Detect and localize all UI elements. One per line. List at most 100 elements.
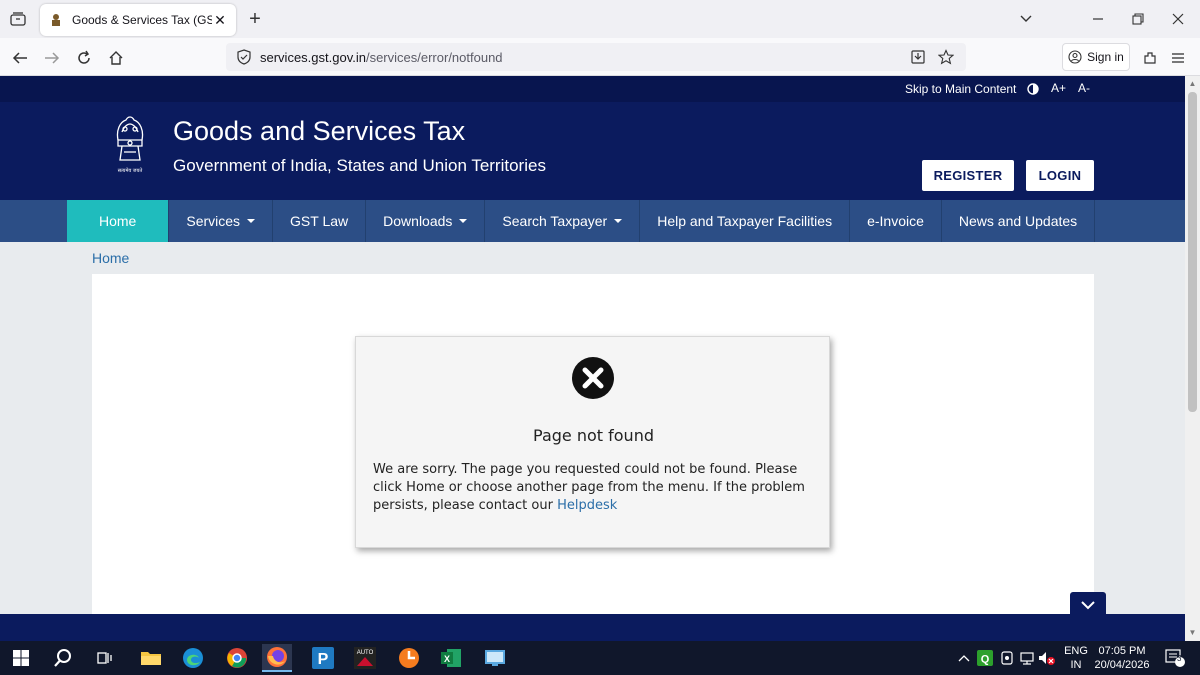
url-text: services.gst.gov.in/services/error/notfo… xyxy=(260,50,900,65)
active-tab[interactable]: Goods & Services Tax (GST) | Not ✕ xyxy=(40,4,236,36)
site-subtitle: Government of India, States and Union Te… xyxy=(173,156,546,175)
contrast-icon[interactable] xyxy=(1027,83,1039,95)
error-card: Page not found We are sorry. The page yo… xyxy=(355,336,830,548)
gst-favicon-icon xyxy=(48,12,64,28)
svg-text:Q: Q xyxy=(981,654,990,666)
nav-label: Services xyxy=(186,213,241,229)
windows-taskbar: P AUTO X Q ENG IN 07:05 PM 20/04/2026 3 xyxy=(0,641,1200,675)
tab-overflow-chevron-icon[interactable] xyxy=(1014,8,1038,30)
new-tab-icon[interactable]: + xyxy=(244,9,266,31)
clock-time: 07:05 PM xyxy=(1098,645,1146,657)
autocad-label: AUTO xyxy=(357,650,374,656)
nav-item-services[interactable]: Services xyxy=(169,200,274,242)
network-icon[interactable] xyxy=(1018,644,1036,672)
nav-item-home[interactable]: Home xyxy=(67,200,170,242)
restore-icon[interactable] xyxy=(1126,8,1150,30)
utility-bar: Skip to Main Content A+ A- xyxy=(0,76,1185,102)
web-page: Skip to Main Content A+ A- सत्यमेव जयते … xyxy=(0,76,1185,641)
nav-label: e-Invoice xyxy=(867,213,924,229)
url-path: /services/error/notfound xyxy=(365,49,503,65)
main-navigation: Home Services GST Law Downloads Search T… xyxy=(0,200,1185,242)
parking-app-icon[interactable]: P xyxy=(308,644,338,672)
address-bar[interactable]: services.gst.gov.in/services/error/notfo… xyxy=(226,43,966,71)
site-security-icon[interactable] xyxy=(236,49,252,65)
login-button[interactable]: LOGIN xyxy=(1026,160,1094,191)
excel-icon[interactable]: X xyxy=(436,644,466,672)
tab-list-icon[interactable] xyxy=(6,8,30,30)
nav-item-downloads[interactable]: Downloads xyxy=(366,200,486,242)
nav-label: News and Updates xyxy=(958,213,1078,229)
close-window-icon[interactable] xyxy=(1166,8,1190,30)
error-message: We are sorry. The page you requested cou… xyxy=(373,461,818,515)
back-arrow-icon[interactable] xyxy=(8,46,32,70)
nav-item-help[interactable]: Help and Taxpayer Facilities xyxy=(640,200,851,242)
windows-start-icon[interactable] xyxy=(6,644,36,672)
nav-label: GST Law xyxy=(290,213,349,229)
search-icon[interactable] xyxy=(48,644,78,672)
error-x-icon xyxy=(572,357,614,399)
nav-item-news[interactable]: News and Updates xyxy=(942,200,1096,242)
sign-in-label: Sign in xyxy=(1087,50,1124,64)
register-button[interactable]: REGISTER xyxy=(922,160,1014,191)
tab-title: Goods & Services Tax (GST) | Not xyxy=(72,13,212,27)
browser-toolbar: services.gst.gov.in/services/error/notfo… xyxy=(0,38,1200,76)
volume-muted-icon[interactable] xyxy=(1038,644,1056,672)
content-panel: Page not found We are sorry. The page yo… xyxy=(92,274,1094,614)
nav-item-gst-law[interactable]: GST Law xyxy=(273,200,367,242)
tab-close-icon[interactable]: ✕ xyxy=(212,12,228,28)
nav-label: Home xyxy=(99,213,137,229)
autocad-icon[interactable]: AUTO xyxy=(350,644,380,672)
nav-label: Help and Taxpayer Facilities xyxy=(657,213,833,229)
nav-label: Search Taxpayer xyxy=(502,213,608,229)
reload-icon[interactable] xyxy=(72,46,96,70)
nav-item-search-taxpayer[interactable]: Search Taxpayer xyxy=(485,200,641,242)
caret-down-icon xyxy=(459,219,468,223)
tray-app-q-icon[interactable]: Q xyxy=(976,644,994,672)
breadcrumb-home-link[interactable]: Home xyxy=(92,250,129,266)
edge-browser-icon[interactable] xyxy=(178,644,208,672)
national-emblem-icon[interactable]: सत्यमेव जयते xyxy=(108,112,152,178)
page-scrollbar[interactable]: ▲ ▼ xyxy=(1185,76,1200,641)
font-decrease-button[interactable]: A- xyxy=(1078,81,1090,95)
scroll-down-arrow-icon[interactable]: ▼ xyxy=(1185,626,1200,640)
language-code: ENG xyxy=(1064,645,1088,657)
extensions-icon[interactable] xyxy=(1138,46,1162,70)
input-language[interactable]: ENG IN xyxy=(1062,644,1090,672)
minimize-icon[interactable] xyxy=(1086,8,1110,30)
site-title: Goods and Services Tax xyxy=(173,116,466,146)
chrome-browser-icon[interactable] xyxy=(222,644,252,672)
home-icon[interactable] xyxy=(104,46,128,70)
download-page-icon[interactable] xyxy=(908,47,928,67)
notification-count: 3 xyxy=(1177,654,1182,663)
site-header: सत्यमेव जयते Goods and Services Tax Gove… xyxy=(0,102,1185,200)
tab-strip: Goods & Services Tax (GST) | Not ✕ + xyxy=(0,0,1200,38)
helpdesk-link[interactable]: Helpdesk xyxy=(557,498,617,513)
forward-arrow-icon[interactable] xyxy=(40,46,64,70)
menu-hamburger-icon[interactable] xyxy=(1166,46,1190,70)
error-title: Page not found xyxy=(533,426,654,445)
control-panel-icon[interactable] xyxy=(480,644,510,672)
clock[interactable]: 07:05 PM 20/04/2026 xyxy=(1094,644,1150,672)
notifications-icon[interactable]: 3 xyxy=(1160,644,1190,672)
firefox-browser-icon[interactable] xyxy=(262,644,292,672)
url-host: services.gst.gov.in xyxy=(260,49,366,65)
caret-down-icon xyxy=(247,219,256,223)
bookmark-star-icon[interactable] xyxy=(936,47,956,67)
tray-device-icon[interactable] xyxy=(998,644,1016,672)
scroll-down-chevron-icon[interactable] xyxy=(1070,592,1106,618)
show-hidden-icons-chevron-icon[interactable] xyxy=(956,644,972,672)
sign-in-button[interactable]: Sign in xyxy=(1062,43,1130,71)
svg-text:P: P xyxy=(318,651,329,668)
region-code: IN xyxy=(1070,659,1082,671)
file-explorer-icon[interactable] xyxy=(136,644,166,672)
scrollbar-thumb[interactable] xyxy=(1188,92,1197,412)
skip-to-main-link[interactable]: Skip to Main Content xyxy=(905,82,1016,96)
account-icon xyxy=(1068,50,1082,64)
svg-text:X: X xyxy=(444,654,450,664)
nav-item-e-invoice[interactable]: e-Invoice xyxy=(850,200,942,242)
font-increase-button[interactable]: A+ xyxy=(1051,81,1066,95)
scroll-up-arrow-icon[interactable]: ▲ xyxy=(1185,77,1200,91)
emblem-caption: सत्यमेव जयते xyxy=(118,167,143,174)
orange-app-icon[interactable] xyxy=(394,644,424,672)
task-view-icon[interactable] xyxy=(90,644,120,672)
